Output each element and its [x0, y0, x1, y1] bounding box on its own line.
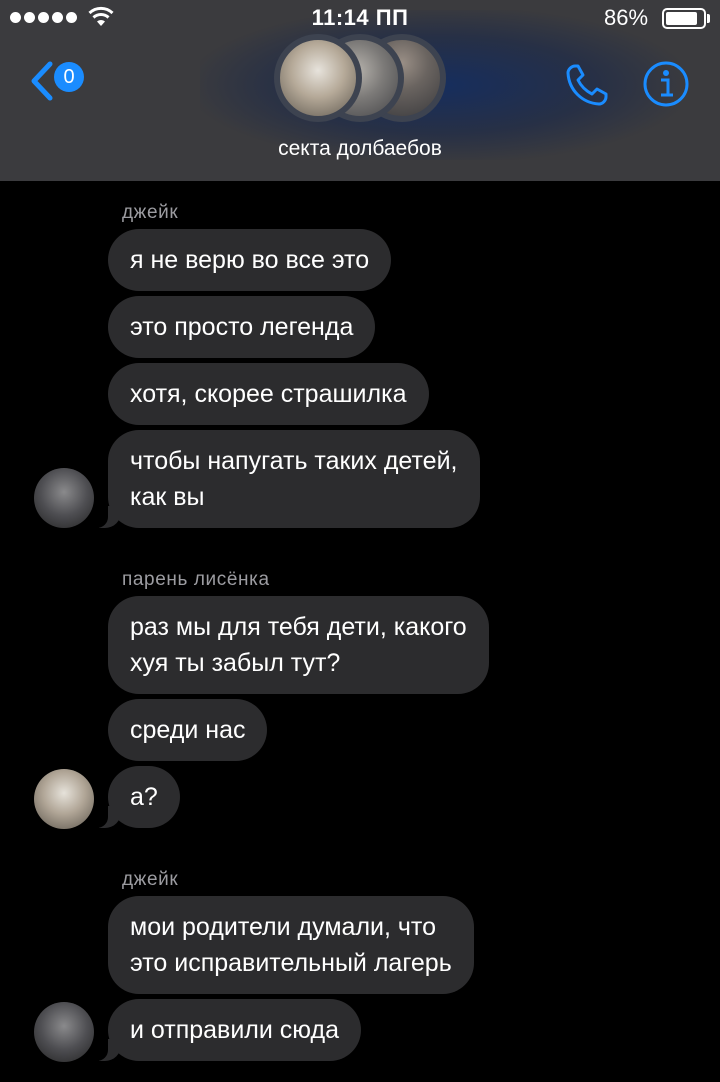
- message-text-line: раз мы для тебя дети, какого: [130, 613, 467, 641]
- message-text: хотя, скорее страшилка: [130, 380, 407, 408]
- battery-icon: [662, 8, 706, 29]
- message-text-line: хуя ты забыл тут?: [130, 649, 341, 677]
- message-bubble[interactable]: это просто легенда: [108, 296, 376, 358]
- message-bubble[interactable]: мои родители думали, что это исправитель…: [108, 896, 474, 994]
- chevron-left-icon: [31, 61, 53, 101]
- group-member-avatar: [274, 34, 362, 122]
- message-text: а?: [130, 783, 158, 811]
- message-text: и отправили сюда: [130, 1016, 339, 1044]
- sender-avatar[interactable]: [34, 1002, 94, 1062]
- message-text: это просто легенда: [130, 313, 354, 341]
- info-icon[interactable]: [642, 60, 690, 108]
- message-bubble[interactable]: а?: [93, 766, 180, 828]
- group-avatar-stack[interactable]: [272, 34, 448, 122]
- message-bubble[interactable]: чтобы напугать таких детей, как вы: [93, 430, 480, 528]
- message-text-line: чтобы напугать таких детей,: [130, 447, 458, 475]
- battery-cap: [707, 14, 710, 23]
- back-button[interactable]: 0: [28, 56, 92, 104]
- message-text-line: мои родители думали, что: [130, 913, 436, 941]
- conversation-header: 11:14 ПП 86% 0 секта долбаебов: [0, 0, 720, 181]
- group-name[interactable]: секта долбаебов: [0, 137, 720, 161]
- phone-icon[interactable]: [562, 60, 612, 110]
- sender-name: джейк: [122, 202, 179, 223]
- message-bubble[interactable]: среди нас: [108, 699, 268, 761]
- message-bubble[interactable]: я не верю во все это: [108, 229, 392, 291]
- message-bubble[interactable]: хотя, скорее страшилка: [108, 363, 429, 425]
- sender-name: парень лисёнка: [122, 569, 270, 590]
- message-text: среди нас: [130, 716, 246, 744]
- message-text-line: это исправительный лагерь: [130, 949, 452, 977]
- sender-name: джейк: [122, 869, 179, 890]
- message-bubble[interactable]: и отправили сюда: [93, 999, 361, 1061]
- message-text-line: как вы: [130, 483, 205, 511]
- message-text: я не верю во все это: [130, 246, 370, 274]
- sender-avatar[interactable]: [34, 468, 94, 528]
- message-bubble[interactable]: раз мы для тебя дети, какого хуя ты забы…: [108, 596, 489, 694]
- status-bar: 11:14 ПП 86%: [0, 0, 720, 36]
- message-list[interactable]: джейк я не верю во все это это просто ле…: [0, 181, 720, 1082]
- sender-avatar[interactable]: [34, 769, 94, 829]
- battery-percent: 86%: [604, 5, 649, 30]
- unread-count-badge: 0: [54, 62, 84, 92]
